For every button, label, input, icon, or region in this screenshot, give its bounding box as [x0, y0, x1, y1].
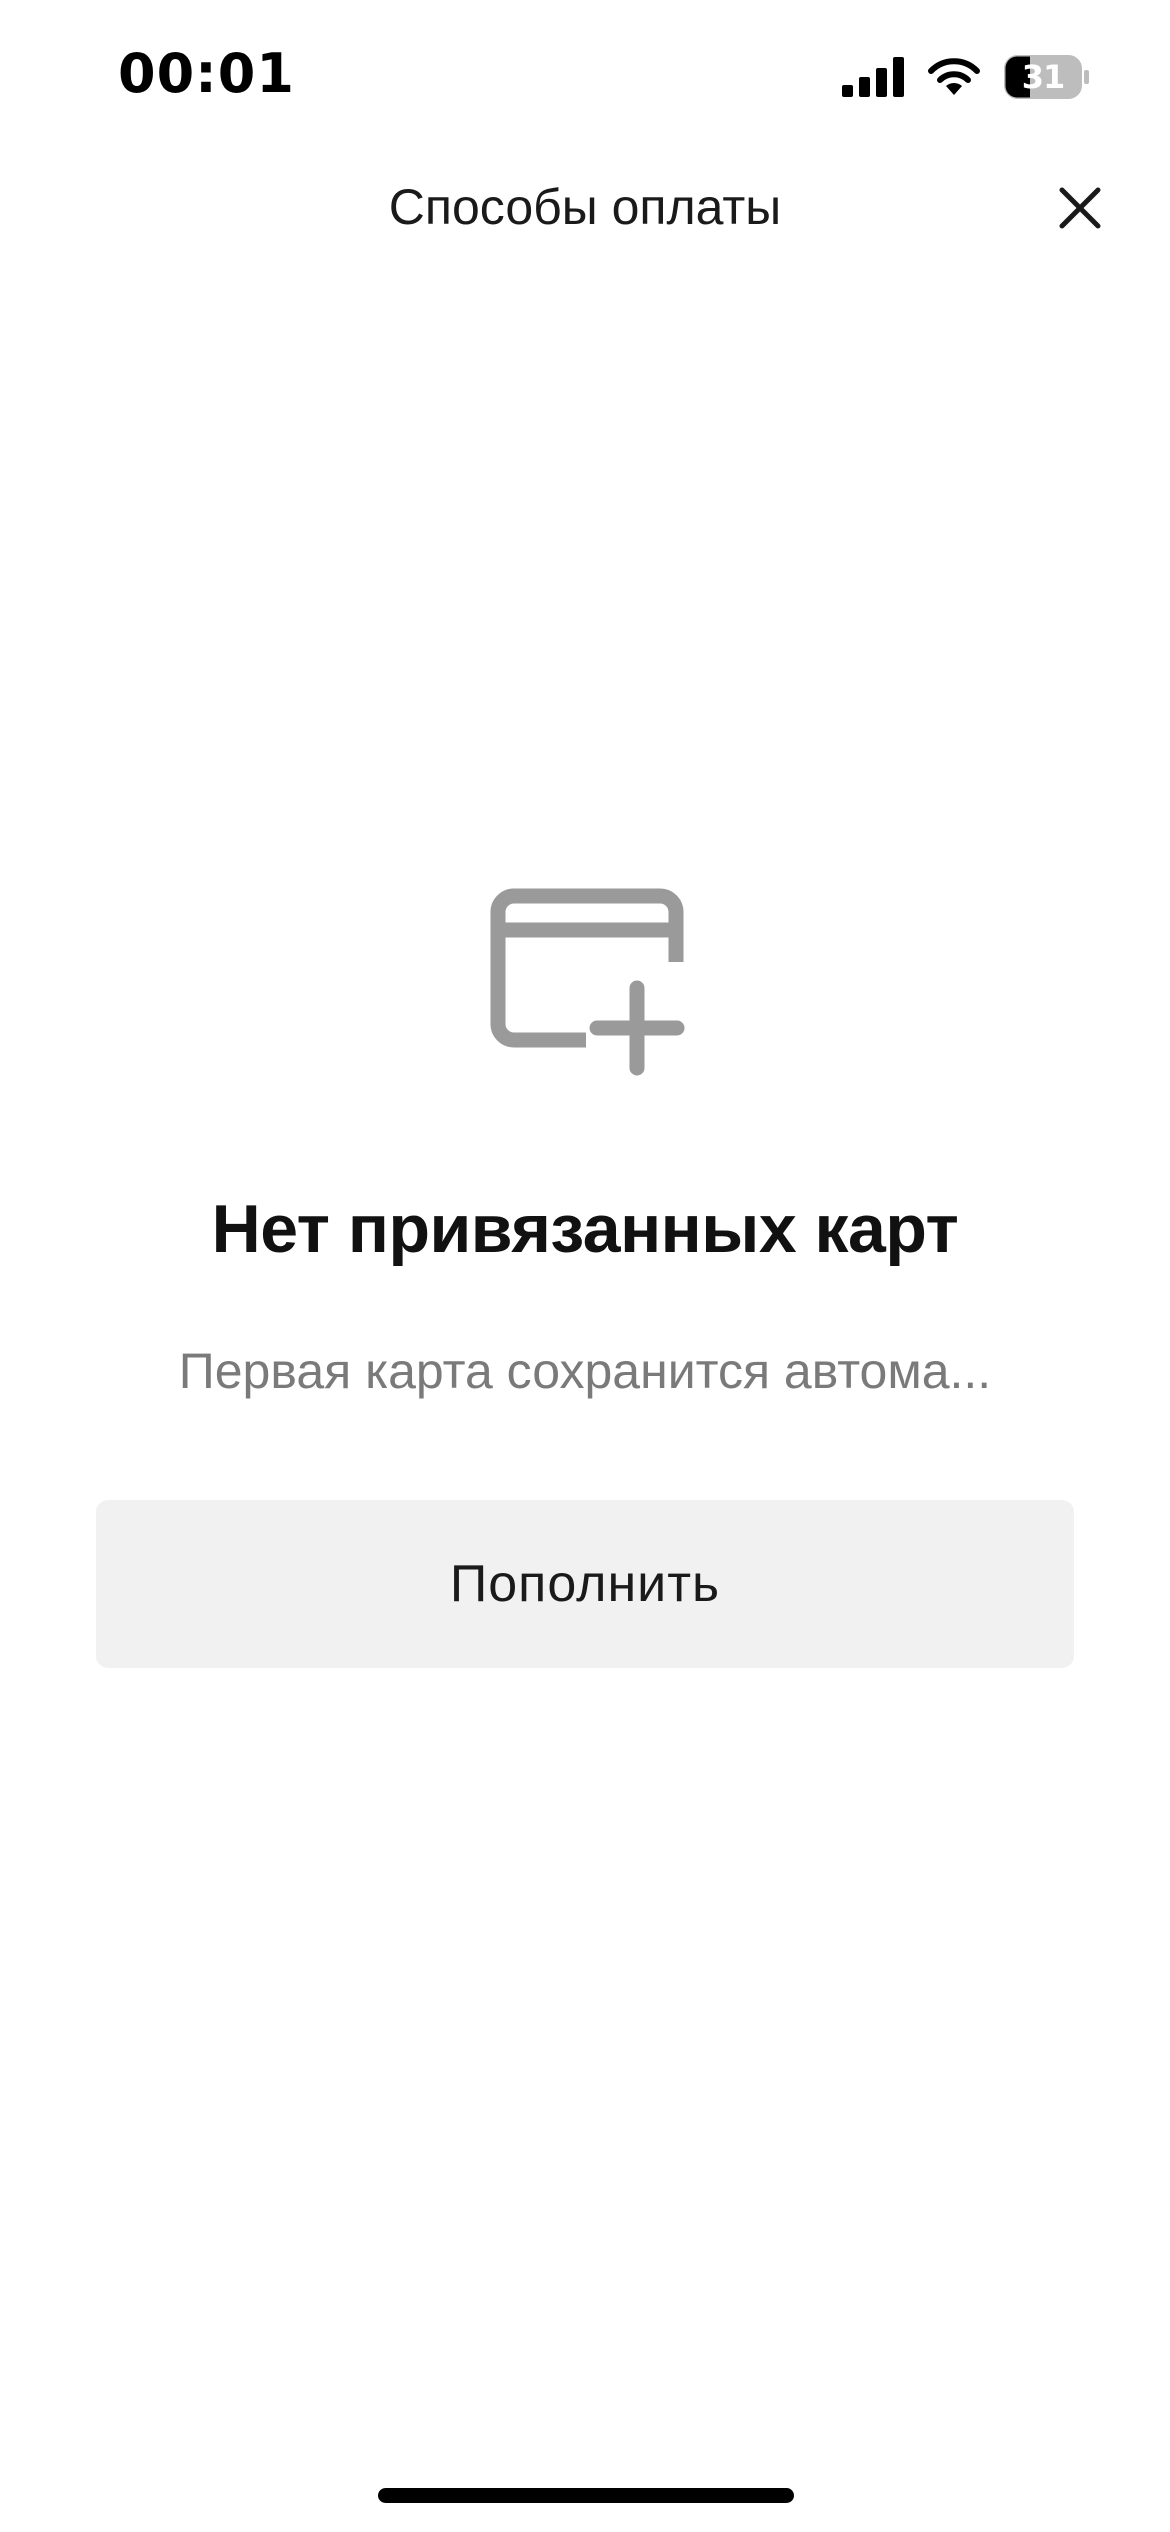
battery-indicator: 31 — [1004, 55, 1090, 99]
battery-level: 31 — [1021, 58, 1066, 96]
status-time: 00:01 — [118, 42, 295, 105]
card-add-icon — [490, 888, 685, 1076]
empty-state-title: Нет привязанных карт — [211, 1191, 959, 1267]
status-bar: 00:01 31 — [0, 0, 1170, 150]
wifi-icon — [928, 58, 980, 95]
status-icons: 31 — [842, 55, 1090, 99]
empty-state-subtitle: Первая карта сохранится автома... — [178, 1343, 992, 1399]
signal-icon — [842, 57, 904, 97]
topup-button[interactable]: Пополнить — [96, 1500, 1074, 1668]
close-icon — [1059, 187, 1101, 229]
nav-bar: Способы оплаты — [0, 160, 1170, 256]
close-button[interactable] — [1048, 176, 1112, 240]
payment-methods-screen: 00:01 31 Способы оплаты Нет привязанных … — [0, 0, 1170, 2532]
page-title: Способы оплаты — [388, 179, 782, 235]
home-indicator[interactable] — [378, 2488, 794, 2503]
